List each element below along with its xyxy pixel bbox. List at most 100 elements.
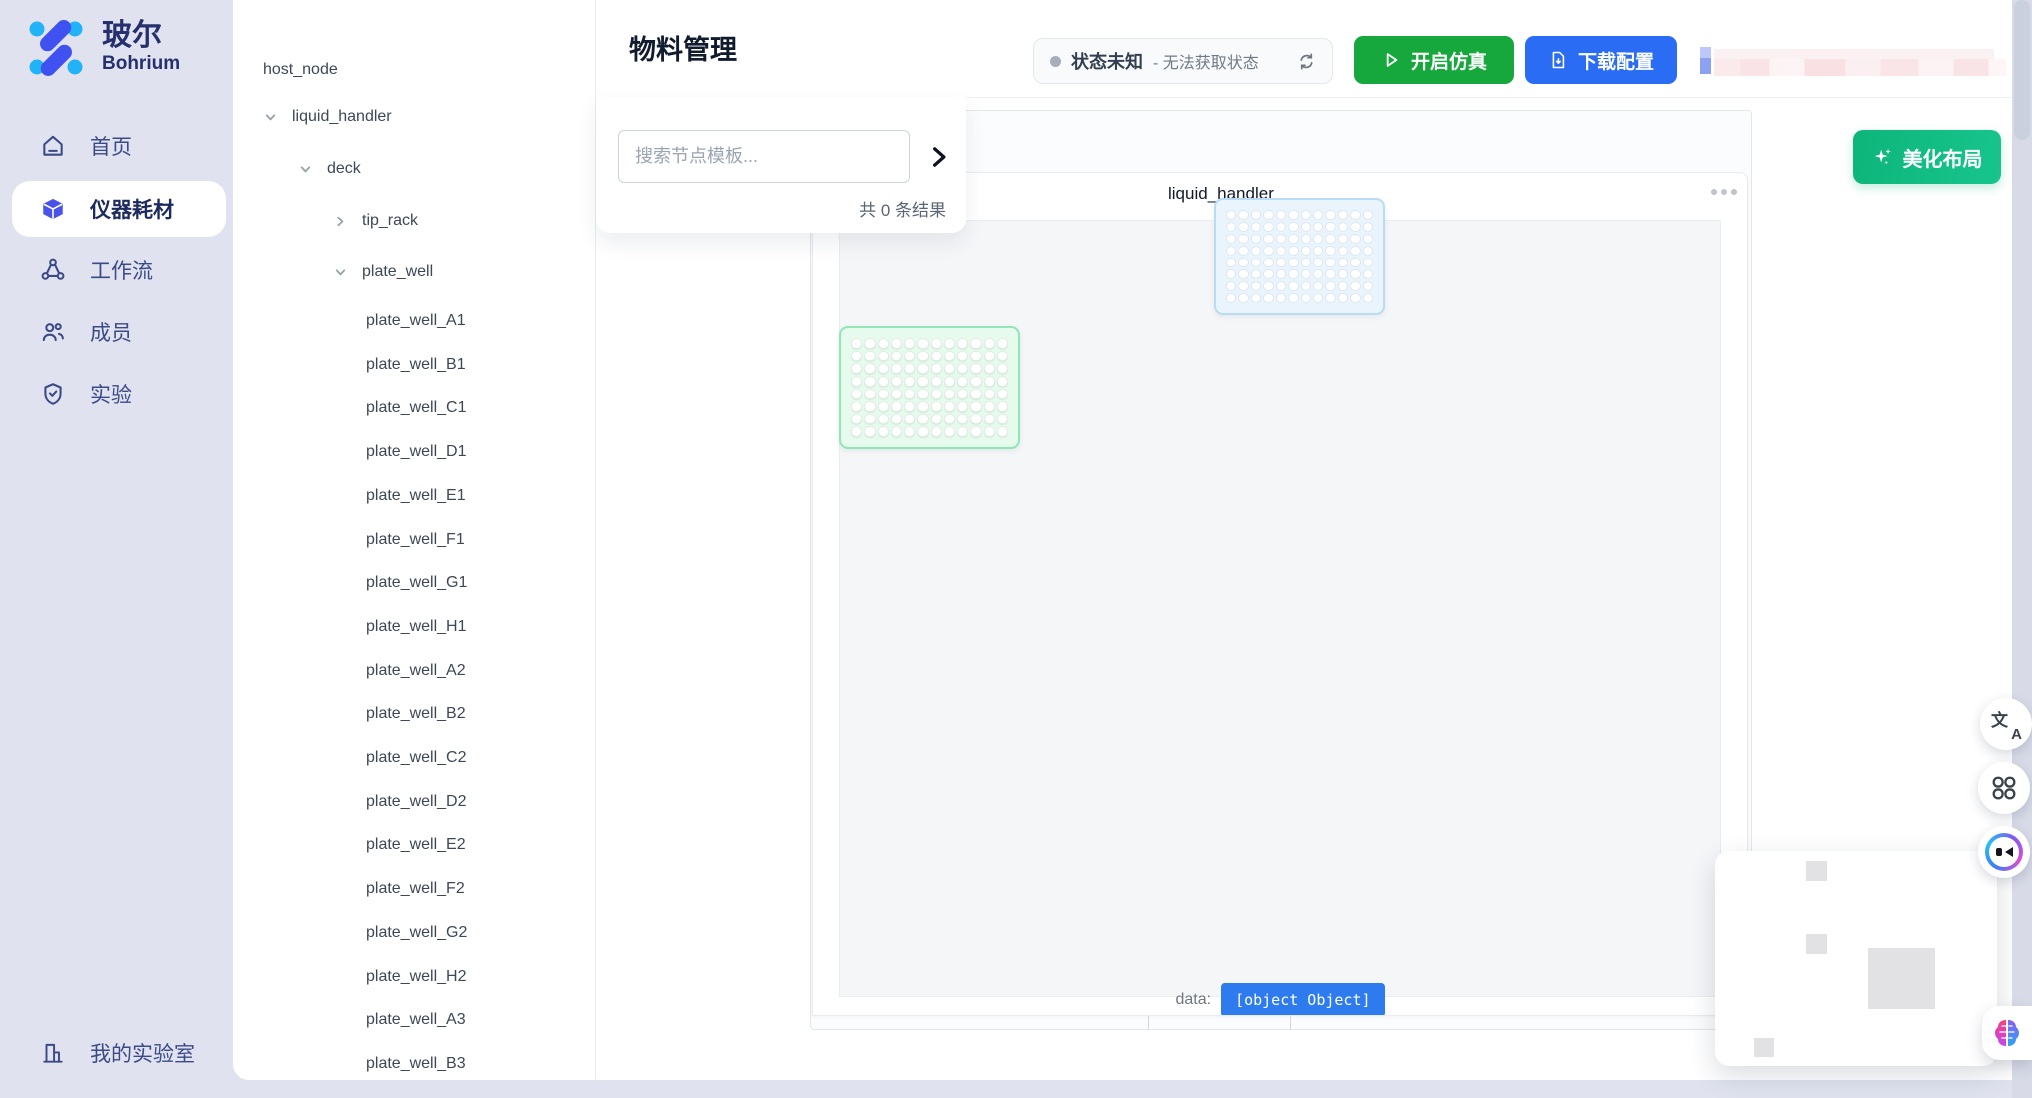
sidebar-item-home[interactable]: 首页 xyxy=(12,118,226,174)
well xyxy=(997,376,1008,387)
well xyxy=(1313,293,1323,303)
start-simulation-button[interactable]: 开启仿真 xyxy=(1354,36,1514,84)
ai-assistant-button[interactable] xyxy=(1978,826,2030,878)
well xyxy=(1338,258,1348,268)
data-value-badge: [object Object] xyxy=(1221,983,1384,1016)
well xyxy=(931,376,942,387)
well xyxy=(1338,222,1348,232)
well xyxy=(1325,246,1335,256)
well xyxy=(1238,258,1248,268)
tip-rack-plate[interactable] xyxy=(1214,198,1385,315)
well xyxy=(1263,210,1273,220)
well xyxy=(984,376,995,387)
tree-node-plate_well_B3[interactable]: plate_well_B3 xyxy=(366,1050,466,1078)
well xyxy=(1338,269,1348,279)
tree-node-plate_well_C1[interactable]: plate_well_C1 xyxy=(366,394,467,422)
well xyxy=(917,389,928,400)
sidebar-item-members[interactable]: 成员 xyxy=(12,304,226,360)
chevron-down-icon[interactable] xyxy=(333,265,348,280)
plate-well-plate[interactable] xyxy=(839,326,1020,449)
well xyxy=(1313,234,1323,244)
liquid-handler-node[interactable]: liquid_handler data: [object Object] xyxy=(812,172,1748,1016)
tree-node-plate_well_C2[interactable]: plate_well_C2 xyxy=(366,744,467,772)
well xyxy=(1263,234,1273,244)
well xyxy=(1251,269,1261,279)
page-scrollbar[interactable] xyxy=(2012,0,2032,1098)
well xyxy=(891,414,902,425)
well xyxy=(851,389,862,400)
well xyxy=(997,426,1008,437)
chevron-right-icon[interactable] xyxy=(333,214,348,229)
well xyxy=(878,351,889,362)
well xyxy=(1301,210,1311,220)
refresh-icon[interactable] xyxy=(1297,52,1316,71)
beautify-layout-button[interactable]: 美化布局 xyxy=(1853,130,2001,184)
sidebar-item-my-lab[interactable]: 我的实验室 xyxy=(12,1025,226,1081)
sidebar-item-workflow[interactable]: 工作流 xyxy=(12,242,226,298)
translate-icon: 文A xyxy=(1991,709,2021,739)
tree-node-plate_well_H1[interactable]: plate_well_H1 xyxy=(366,613,467,641)
tree-node-plate_well_E2[interactable]: plate_well_E2 xyxy=(366,831,466,859)
search-results-count: 共 0 条结果 xyxy=(859,196,946,221)
well xyxy=(1288,281,1298,291)
well xyxy=(878,401,889,412)
chevron-down-icon[interactable] xyxy=(263,110,278,125)
cube-icon xyxy=(40,196,66,222)
tree-node-plate_well[interactable]: plate_well xyxy=(362,258,433,286)
tree-node-plate_well_F1[interactable]: plate_well_F1 xyxy=(366,526,465,554)
well xyxy=(1325,269,1335,279)
apps-button[interactable] xyxy=(1978,762,2030,814)
well xyxy=(1251,246,1261,256)
well xyxy=(931,414,942,425)
page-scrollbar-thumb[interactable] xyxy=(2014,0,2030,140)
well xyxy=(1226,281,1236,291)
tree-node-plate_well_B1[interactable]: plate_well_B1 xyxy=(366,351,466,379)
well xyxy=(1226,222,1236,232)
tree-node-liquid_handler[interactable]: liquid_handler xyxy=(292,103,392,131)
tree-node-plate_well_E1[interactable]: plate_well_E1 xyxy=(366,482,466,510)
well xyxy=(851,414,862,425)
redacted-text-blur xyxy=(1714,59,2006,76)
well xyxy=(917,351,928,362)
tree-node-host_node[interactable]: host_node xyxy=(263,56,338,84)
search-input[interactable] xyxy=(618,130,910,183)
brand-logo[interactable]: 玻尔 Bohrium xyxy=(24,16,180,80)
tree-node-plate_well_B2[interactable]: plate_well_B2 xyxy=(366,700,466,728)
tree-node-plate_well_D1[interactable]: plate_well_D1 xyxy=(366,438,467,466)
ai-brain-button[interactable] xyxy=(1982,1006,2032,1060)
tree-node-plate_well_H2[interactable]: plate_well_H2 xyxy=(366,963,467,991)
redacted-cursor-block xyxy=(1700,47,1711,74)
tree-node-plate_well_G1[interactable]: plate_well_G1 xyxy=(366,569,467,597)
sidebar-item-experiment[interactable]: 实验 xyxy=(12,366,226,422)
well xyxy=(1313,258,1323,268)
download-config-button[interactable]: 下载配置 xyxy=(1525,36,1677,84)
status-badge[interactable]: 状态未知 - 无法获取状态 xyxy=(1033,38,1333,84)
chevron-right-icon[interactable] xyxy=(926,144,952,170)
well xyxy=(1263,293,1273,303)
well xyxy=(1301,246,1311,256)
tree-node-plate_well_D2[interactable]: plate_well_D2 xyxy=(366,788,467,816)
sidebar-item-label: 我的实验室 xyxy=(90,1038,195,1068)
well xyxy=(1325,222,1335,232)
tree-node-plate_well_G2[interactable]: plate_well_G2 xyxy=(366,919,467,947)
tree-node-plate_well_A2[interactable]: plate_well_A2 xyxy=(366,657,466,685)
well xyxy=(1350,293,1360,303)
sparkles-icon xyxy=(1872,146,1894,168)
sidebar-item-instruments[interactable]: 仪器耗材 xyxy=(12,181,226,237)
well xyxy=(904,376,915,387)
tree-node-tip_rack[interactable]: tip_rack xyxy=(362,207,418,235)
translate-button[interactable]: 文A xyxy=(1980,698,2032,750)
well xyxy=(917,376,928,387)
file-download-icon xyxy=(1548,50,1568,70)
tree-node-plate_well_A1[interactable]: plate_well_A1 xyxy=(366,307,466,335)
canvas-minimap[interactable] xyxy=(1715,851,1997,1066)
tree-node-deck[interactable]: deck xyxy=(327,155,361,183)
chevron-down-icon[interactable] xyxy=(298,162,313,177)
tree-node-plate_well_F2[interactable]: plate_well_F2 xyxy=(366,875,465,903)
well xyxy=(851,338,862,349)
well xyxy=(1338,246,1348,256)
node-menu-dots-icon[interactable] xyxy=(1711,189,1737,195)
home-icon xyxy=(40,133,66,159)
members-icon xyxy=(40,319,66,345)
tree-node-plate_well_A3[interactable]: plate_well_A3 xyxy=(366,1006,466,1034)
